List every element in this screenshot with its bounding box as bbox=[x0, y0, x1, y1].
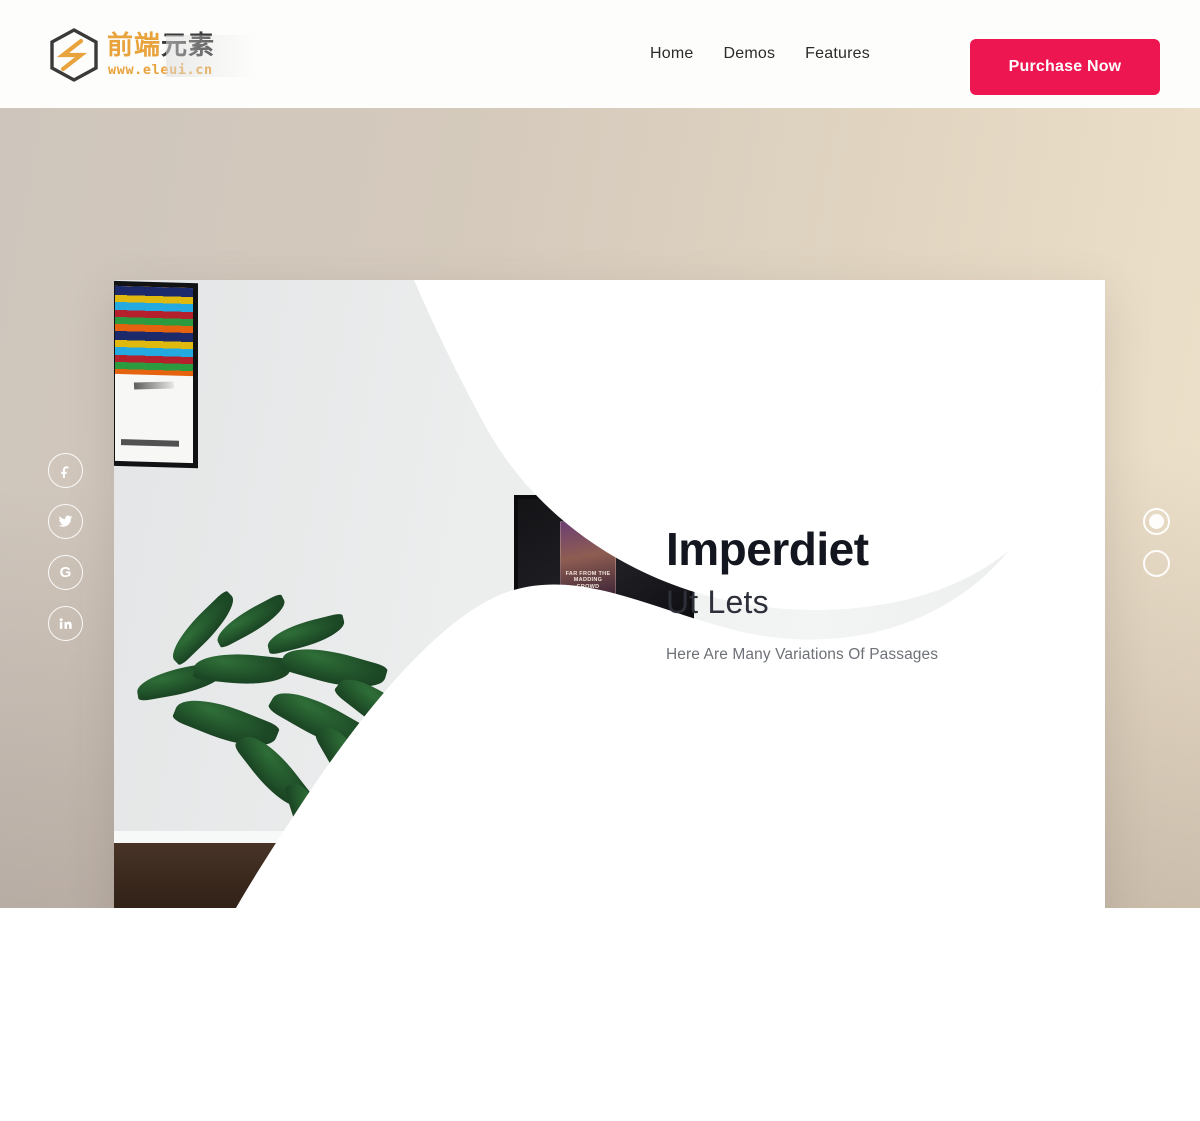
slider-dot-2[interactable] bbox=[1143, 550, 1170, 577]
hero-slide-card[interactable]: FAR FROM THE MADDING CROWD Imperdiet Ut … bbox=[114, 280, 1105, 908]
artwork-signature bbox=[133, 381, 174, 389]
shelf-tablet bbox=[776, 707, 858, 721]
nav-link-features[interactable]: Features bbox=[805, 0, 870, 108]
console-door-left bbox=[474, 669, 702, 803]
page-body-below-hero bbox=[0, 908, 1200, 1121]
google-plus-icon[interactable]: G bbox=[48, 555, 83, 590]
speaker-tower bbox=[1022, 664, 1096, 896]
console-shelves bbox=[706, 669, 866, 803]
console-shelf-cavity bbox=[706, 732, 866, 777]
console-shelf-lower bbox=[706, 777, 866, 786]
shelf-device-clock bbox=[718, 705, 738, 722]
slider-pagination bbox=[1143, 508, 1170, 577]
twitter-icon[interactable] bbox=[48, 504, 83, 539]
console-door-right bbox=[868, 669, 1018, 803]
tv-movie-poster: FAR FROM THE MADDING CROWD bbox=[560, 521, 616, 599]
shelf-device-small bbox=[746, 711, 759, 722]
console-shelf-upper bbox=[706, 723, 866, 732]
hexagon-logo-icon bbox=[48, 28, 100, 82]
brand-glare bbox=[166, 35, 256, 77]
media-console bbox=[466, 651, 1026, 821]
hero-slide-title: Imperdiet bbox=[666, 523, 869, 575]
tv-poster-title: FAR FROM THE MADDING CROWD bbox=[565, 570, 611, 590]
site-header: 前端元素 www.eleui.cn Home Demos Features Pu… bbox=[0, 0, 1200, 108]
framed-artwork bbox=[114, 280, 198, 469]
hero-slide-text: Imperdiet Ut Lets Here Are Many Variatio… bbox=[666, 525, 1066, 664]
purchase-now-button[interactable]: Purchase Now bbox=[970, 39, 1160, 95]
main-nav: Home Demos Features bbox=[650, 0, 870, 108]
console-legs bbox=[466, 821, 1026, 869]
hero-slide-subtitle: Ut Lets bbox=[666, 584, 769, 621]
google-plus-glyph: G bbox=[59, 564, 72, 581]
brand-name-cn-orange: 前端 bbox=[107, 30, 162, 60]
hero-section: G FAR FROM THE MADDING CROWD Imperdiet U… bbox=[0, 108, 1200, 908]
artwork-stripes bbox=[115, 285, 193, 376]
facebook-icon[interactable] bbox=[48, 453, 83, 488]
slider-dot-1[interactable] bbox=[1143, 508, 1170, 535]
potted-plant bbox=[134, 589, 476, 908]
artwork-caption bbox=[121, 439, 180, 447]
hero-slide-description: Here Are Many Variations Of Passages bbox=[666, 646, 939, 664]
brand-logo[interactable]: 前端元素 www.eleui.cn bbox=[48, 27, 256, 83]
linkedin-icon[interactable] bbox=[48, 606, 83, 641]
slider-dot-1-core bbox=[1149, 514, 1164, 529]
nav-link-demos[interactable]: Demos bbox=[723, 0, 775, 108]
nav-link-home[interactable]: Home bbox=[650, 0, 693, 108]
social-rail: G bbox=[48, 453, 83, 641]
